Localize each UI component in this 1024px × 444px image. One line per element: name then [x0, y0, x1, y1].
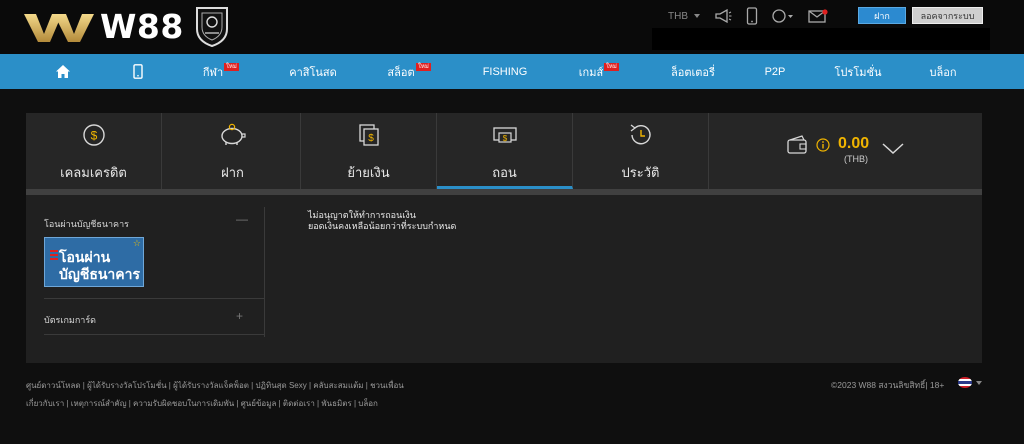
- header: W88 THB ฝาก ลอคจากระบบ: [0, 0, 1024, 54]
- currency-selector[interactable]: THB: [668, 11, 688, 22]
- divider: [44, 334, 264, 335]
- tab-label: ย้ายเงิน: [347, 165, 390, 180]
- logo-text: W88: [100, 6, 184, 46]
- nav-slots-label: สล็อต: [387, 66, 415, 79]
- copyright: ©2023 W88 สงวนลิขสิทธิ์| 18+: [831, 380, 945, 390]
- svg-text:$: $: [502, 134, 507, 143]
- tab-transfer[interactable]: $ ย้ายเงิน: [301, 113, 437, 189]
- support-icon[interactable]: [772, 9, 794, 23]
- withdraw-icon: $: [492, 122, 518, 148]
- tab-deposit[interactable]: ฝาก: [165, 113, 301, 189]
- header-redacted-bar: [652, 28, 990, 50]
- mail-icon[interactable]: [808, 9, 828, 23]
- logout-button[interactable]: ลอคจากระบบ: [912, 7, 983, 24]
- bank-section-title[interactable]: โอนผ่านบัญชีธนาคาร: [44, 217, 129, 231]
- wallet-icon: [787, 135, 807, 154]
- tab-label: ฝาก: [221, 165, 244, 180]
- nav-sports[interactable]: กีฬา ใหม่: [196, 54, 244, 89]
- chevron-down-icon[interactable]: [694, 14, 700, 18]
- wallet-panel: $ เคลมเครดิต ฝาก $ ย้ายเงิน $ ถอน ประวัต…: [26, 113, 982, 363]
- nav-promotions-label: โปรโมชั่น: [834, 66, 882, 79]
- divider: [44, 298, 264, 299]
- tab-withdraw[interactable]: $ ถอน: [437, 113, 573, 189]
- home-icon: [56, 65, 70, 78]
- header-tools: THB: [668, 6, 842, 26]
- nav-fishing-label: FISHING: [482, 65, 528, 78]
- coin-icon: $: [82, 122, 106, 148]
- tab-claim-credit[interactable]: $ เคลมเครดิต: [26, 113, 162, 189]
- deposit-button[interactable]: ฝาก: [858, 7, 906, 24]
- info-icon[interactable]: [816, 138, 830, 152]
- nav-fishing[interactable]: FISHING: [478, 54, 532, 89]
- nav-promotions[interactable]: โปรโมชั่น: [834, 54, 882, 89]
- chevron-down-icon[interactable]: [976, 381, 982, 385]
- svg-text:$: $: [90, 129, 97, 143]
- nav-p2p[interactable]: P2P: [760, 54, 790, 89]
- nav-live-casino-label: คาสิโนสด: [289, 66, 337, 79]
- collapse-icon[interactable]: —: [236, 212, 248, 226]
- wallet-tabs: $ เคลมเครดิต ฝาก $ ย้ายเงิน $ ถอน ประวัต…: [26, 113, 982, 189]
- nav-lottery-label: ล็อตเตอรี่: [671, 66, 715, 79]
- nav-sports-label: กีฬา: [202, 66, 224, 79]
- bank-card-line2: บัญชีธนาคาร: [59, 266, 141, 282]
- column-divider: [264, 207, 265, 337]
- transfer-icon: $: [356, 122, 382, 148]
- nav-live-casino[interactable]: คาสิโนสด: [288, 54, 338, 89]
- tab-label: ถอน: [492, 165, 517, 180]
- tab-label: ประวัติ: [621, 165, 660, 180]
- nav-mobile[interactable]: [128, 54, 148, 89]
- nav-lottery[interactable]: ล็อตเตอรี่: [668, 54, 718, 89]
- w88-logo[interactable]: W88: [24, 4, 230, 48]
- new-badge: ใหม่: [224, 63, 239, 71]
- new-badge: ใหม่: [604, 63, 619, 71]
- tab-history[interactable]: ประวัติ: [573, 113, 709, 189]
- nav-games-label: เกมส์: [578, 66, 604, 79]
- star-icon: ☆: [132, 239, 141, 249]
- expand-icon[interactable]: +: [236, 309, 243, 323]
- new-badge: ใหม่: [416, 63, 431, 71]
- nav-slots[interactable]: สล็อต ใหม่: [384, 54, 434, 89]
- nav-games[interactable]: เกมส์ ใหม่: [574, 54, 624, 89]
- thailand-flag-icon[interactable]: [958, 377, 972, 388]
- mobile-icon: [133, 64, 143, 79]
- game-card-section-title[interactable]: บัตรเกมการ์ด: [44, 313, 96, 327]
- withdraw-message-line2: ยอดเงินคงเหลือน้อยกว่าที่ระบบกำหนด: [308, 221, 457, 231]
- chevron-down-icon[interactable]: [882, 143, 904, 155]
- bank-transfer-option[interactable]: ☆ โอนผ่าน บัญชีธนาคาร: [44, 237, 144, 287]
- mobile-icon[interactable]: [746, 7, 758, 25]
- history-icon: [628, 122, 654, 148]
- bank-logo-icon: [50, 250, 58, 262]
- nav-blog-label: บล็อก: [929, 66, 957, 79]
- tab-label: เคลมเครดิต: [60, 165, 127, 180]
- main-nav: กีฬา ใหม่ คาสิโนสด สล็อต ใหม่ FISHING เก…: [0, 54, 1024, 89]
- wallet-currency: (THB): [844, 154, 868, 164]
- footer-links-row1[interactable]: ศูนย์ดาวน์โหลด | ผู้ได้รับรางวัลโปรโมชั่…: [26, 379, 404, 392]
- nav-home[interactable]: [50, 54, 76, 89]
- svg-text:$: $: [368, 133, 374, 144]
- footer-links-row2[interactable]: เกี่ยวกับเรา | เหตุการณ์สำคัญ | ความรับผ…: [26, 397, 378, 410]
- wallet-summary[interactable]: [786, 135, 830, 155]
- megaphone-icon[interactable]: [714, 9, 732, 23]
- nav-p2p-label: P2P: [764, 65, 786, 78]
- piggy-bank-icon: [219, 122, 247, 148]
- club-crest-icon: [195, 7, 228, 47]
- wallet-amount: 0.00: [838, 135, 870, 152]
- w88-mark-icon: [24, 14, 94, 42]
- nav-blog[interactable]: บล็อก: [926, 54, 960, 89]
